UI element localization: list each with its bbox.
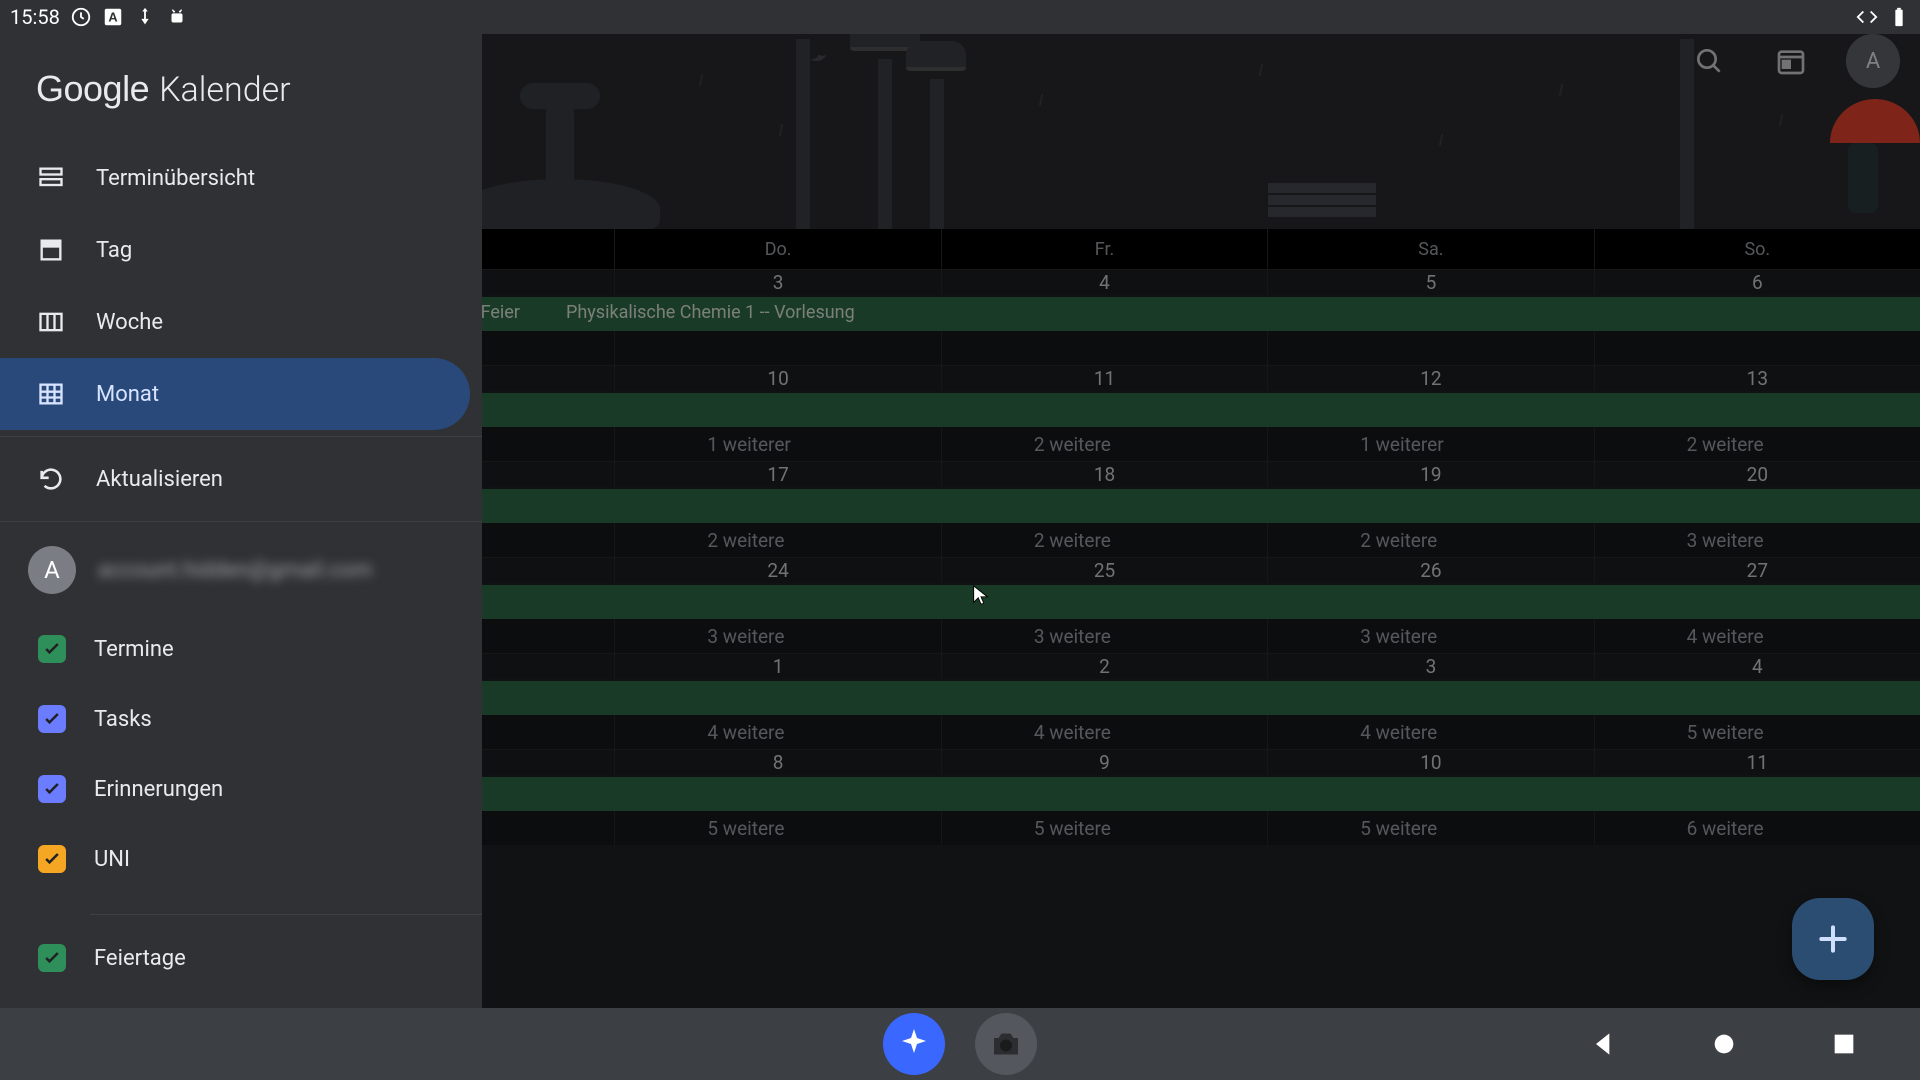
schedule-icon [36, 163, 66, 193]
google-wordmark: Google [36, 68, 149, 110]
code-icon [1856, 6, 1878, 28]
view-label: Monat [96, 382, 159, 407]
divider [0, 436, 482, 437]
view-label: Tag [96, 238, 132, 263]
calendar-label: Erinnerungen [94, 777, 223, 802]
week-icon [36, 307, 66, 337]
camera-icon [988, 1026, 1024, 1062]
adb-icon [166, 6, 188, 28]
view-item-month[interactable]: Monat [0, 358, 470, 430]
divider [90, 914, 482, 915]
refresh-label: Aktualisieren [96, 467, 223, 492]
checkbox-checked-icon [38, 845, 66, 873]
view-item-schedule[interactable]: Terminübersicht [0, 142, 470, 214]
android-nav-bar [0, 1008, 1920, 1080]
checkbox-checked-icon [38, 705, 66, 733]
account-email: account.hidden@gmail.com [98, 558, 372, 583]
calendar-toggle-list: Termine Tasks Erinnerungen UNI [0, 612, 482, 906]
view-label: Woche [96, 310, 163, 335]
divider [0, 521, 482, 522]
mouse-cursor [970, 584, 992, 606]
calendar-toggle-tasks[interactable]: Tasks [0, 684, 482, 754]
month-icon [36, 379, 66, 409]
view-label: Terminübersicht [96, 166, 255, 191]
nav-back-button[interactable] [1588, 1028, 1620, 1060]
svg-text:A: A [108, 10, 117, 25]
calendar-label: Termine [94, 637, 174, 662]
plus-icon [1813, 919, 1853, 959]
calendar-label: Feiertage [94, 946, 186, 971]
calendar-toggle-feiertage[interactable]: Feiertage [0, 923, 482, 993]
view-item-day[interactable]: Tag [0, 214, 470, 286]
navigation-drawer: Google Kalender Terminübersicht Tag Woche M… [0, 34, 482, 1080]
app-logo: Google Kalender [0, 58, 482, 136]
nav-home-button[interactable] [1708, 1028, 1740, 1060]
nav-recent-button[interactable] [1828, 1028, 1860, 1060]
status-time: 15:58 [10, 5, 60, 29]
calendar-toggle-termine[interactable]: Termine [0, 614, 482, 684]
refresh-button[interactable]: Aktualisieren [0, 443, 470, 515]
refresh-icon [36, 464, 66, 494]
day-icon [36, 235, 66, 265]
checkbox-checked-icon [38, 775, 66, 803]
update-icon [70, 6, 92, 28]
checkbox-checked-icon [38, 944, 66, 972]
assistant-button[interactable] [883, 1013, 945, 1075]
calendar-label: Tasks [94, 707, 152, 732]
sparkle-icon [896, 1026, 932, 1062]
calendar-toggle-uni[interactable]: UNI [0, 824, 482, 894]
create-event-fab[interactable] [1792, 898, 1874, 980]
camera-button[interactable] [975, 1013, 1037, 1075]
battery-icon [1888, 6, 1910, 28]
android-status-bar: 15:58 A [0, 0, 1920, 34]
checkbox-checked-icon [38, 635, 66, 663]
a-box-icon: A [102, 6, 124, 28]
view-item-week[interactable]: Woche [0, 286, 470, 358]
view-switcher-list: Terminübersicht Tag Woche Monat [0, 136, 482, 430]
account-avatar: A [28, 546, 76, 594]
calendar-toggle-erinnerungen[interactable]: Erinnerungen [0, 754, 482, 824]
app-name: Kalender [159, 70, 291, 110]
account-row[interactable]: A account.hidden@gmail.com [0, 528, 482, 612]
usb-icon [134, 6, 156, 28]
calendar-label: UNI [94, 847, 130, 872]
